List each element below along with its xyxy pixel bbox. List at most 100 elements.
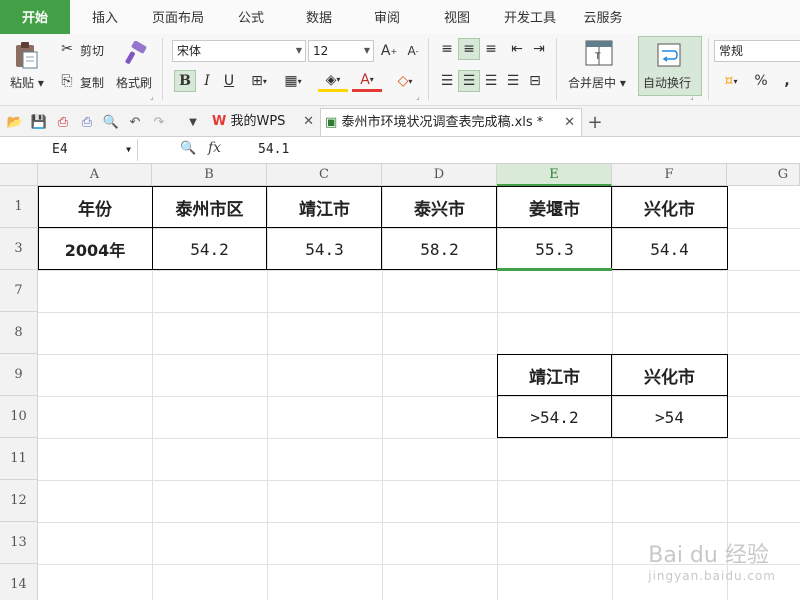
cell-b1[interactable]: 泰州市区 (152, 186, 267, 228)
cell-f10[interactable]: >54 (612, 396, 727, 438)
column-header-f[interactable]: F (612, 164, 727, 186)
row-header-1[interactable]: 1 (0, 186, 38, 228)
alignment-group-launcher[interactable]: ⌟ (690, 92, 694, 101)
row-header-3[interactable]: 3 (0, 228, 38, 270)
clipboard-group-launcher[interactable]: ⌟ (150, 92, 154, 101)
close-icon[interactable]: ✕ (303, 108, 314, 136)
clear-format-icon[interactable]: ◇ ▾ (390, 70, 420, 92)
column-header-c[interactable]: C (267, 164, 382, 186)
tab-review[interactable]: 审阅 (362, 0, 412, 34)
align-right-icon[interactable]: ☰ (480, 70, 502, 92)
comma-style-icon[interactable]: , (776, 70, 798, 92)
copy-label[interactable]: 复制 (80, 74, 104, 91)
fill-pattern-icon[interactable]: ▦ ▾ (278, 70, 308, 92)
tab-formulas[interactable]: 公式 (226, 0, 276, 34)
fill-color-icon[interactable]: ◈ ▾ (318, 70, 348, 92)
tab-insert[interactable]: 插入 (78, 0, 132, 34)
formula-input[interactable]: 54.1 (258, 139, 289, 161)
cell-e1[interactable]: 姜堰市 (497, 186, 612, 228)
zoom-formula-icon[interactable]: 🔍 (180, 141, 196, 156)
align-middle-icon[interactable]: ≡ (458, 38, 480, 60)
row-header-9[interactable]: 9 (0, 354, 38, 396)
bold-icon[interactable]: B (174, 70, 196, 92)
font-color-icon[interactable]: A ▾ (352, 70, 382, 92)
open-icon[interactable]: 📂 (6, 113, 24, 131)
align-bottom-icon[interactable]: ≡ (480, 38, 502, 60)
increase-indent-icon[interactable]: ⇥ (528, 38, 550, 60)
cell-a3[interactable]: 2004年 (38, 228, 152, 270)
row-header-10[interactable]: 10 (0, 396, 38, 438)
cell-e10[interactable]: >54.2 (497, 396, 612, 438)
decrease-font-icon[interactable]: A- (402, 40, 424, 62)
merge-center-label[interactable]: 合并居中 ▾ (568, 74, 626, 91)
font-name-select[interactable]: 宋体 ▼ (172, 40, 306, 62)
percent-icon[interactable]: % (750, 70, 772, 92)
row-header-7[interactable]: 7 (0, 270, 38, 312)
name-box[interactable]: E4 ▼ (0, 139, 138, 161)
tab-home[interactable]: 开始 (0, 0, 70, 34)
cell-d1[interactable]: 泰兴市 (382, 186, 497, 228)
tab-my-wps[interactable]: W 我的WPS ✕ (206, 108, 318, 136)
cut-label[interactable]: 剪切 (80, 42, 104, 59)
tab-page-layout[interactable]: 页面布局 (142, 0, 214, 34)
spreadsheet-grid[interactable]: A B C D E F G 1 3 7 8 9 10 11 12 13 14 年… (0, 164, 800, 600)
save-icon[interactable]: 💾 (30, 113, 48, 131)
customize-toolbar-icon[interactable]: ▼ (184, 113, 202, 131)
column-header-a[interactable]: A (38, 164, 152, 186)
italic-icon[interactable]: I (196, 70, 218, 92)
column-header-e[interactable]: E (497, 164, 612, 186)
function-icon[interactable]: fx (208, 140, 221, 156)
cell-b3[interactable]: 54.2 (152, 228, 267, 270)
paste-label[interactable]: 粘贴 ▾ (10, 74, 44, 91)
row-header-12[interactable]: 12 (0, 480, 38, 522)
cell-c1[interactable]: 靖江市 (267, 186, 382, 228)
column-header-b[interactable]: B (152, 164, 267, 186)
column-header-d[interactable]: D (382, 164, 497, 186)
align-top-icon[interactable]: ≡ (436, 38, 458, 60)
borders-icon[interactable]: ⊞ ▾ (244, 70, 274, 92)
cell-a1[interactable]: 年份 (38, 186, 152, 228)
export-pdf-icon[interactable]: ⎙ (54, 113, 72, 131)
tab-document[interactable]: ▣ 泰州市环境状况调查表完成稿.xls * ✕ (320, 108, 582, 136)
underline-icon[interactable]: U (218, 70, 240, 92)
cell-f1[interactable]: 兴化市 (612, 186, 727, 228)
distributed-icon[interactable]: ⊟ (524, 70, 546, 92)
cell-c3[interactable]: 54.3 (267, 228, 382, 270)
merge-center-button[interactable]: T (582, 38, 616, 68)
justify-icon[interactable]: ☰ (502, 70, 524, 92)
row-header-13[interactable]: 13 (0, 522, 38, 564)
cell-e9[interactable]: 靖江市 (497, 354, 612, 396)
close-icon[interactable]: ✕ (564, 109, 575, 137)
tab-developer[interactable]: 开发工具 (496, 0, 564, 34)
print-preview-icon[interactable]: 🔍 (102, 113, 120, 131)
font-group-launcher[interactable]: ⌟ (416, 92, 420, 101)
format-painter-button[interactable] (118, 38, 152, 70)
chevron-down-icon[interactable]: ▼ (126, 139, 131, 161)
cell-d3[interactable]: 58.2 (382, 228, 497, 270)
align-left-icon[interactable]: ☰ (436, 70, 458, 92)
row-header-11[interactable]: 11 (0, 438, 38, 480)
cut-icon[interactable]: ✂ (56, 38, 78, 60)
undo-icon[interactable]: ↶ (126, 113, 144, 131)
cell-f3[interactable]: 54.4 (612, 228, 727, 270)
tab-view[interactable]: 视图 (432, 0, 482, 34)
cell-f9[interactable]: 兴化市 (612, 354, 727, 396)
print-icon[interactable]: ⎙ (78, 113, 96, 131)
number-format-select[interactable]: 常规 (714, 40, 800, 62)
font-size-select[interactable]: 12 ▼ (308, 40, 374, 62)
tab-cloud[interactable]: 云服务 (576, 0, 630, 34)
currency-format-icon[interactable]: ¤ ▾ (716, 70, 746, 92)
align-center-icon[interactable]: ☰ (458, 70, 480, 92)
paste-button[interactable] (10, 38, 42, 72)
redo-icon[interactable]: ↷ (150, 113, 168, 131)
decrease-indent-icon[interactable]: ⇤ (506, 38, 528, 60)
row-header-14[interactable]: 14 (0, 564, 38, 600)
format-painter-label[interactable]: 格式刷 (116, 74, 152, 91)
select-all-corner[interactable] (0, 164, 38, 186)
new-tab-icon[interactable]: + (586, 112, 604, 133)
copy-icon[interactable]: ⎘ (56, 70, 78, 92)
tab-data[interactable]: 数据 (294, 0, 344, 34)
column-header-g[interactable]: G (727, 164, 800, 186)
row-header-8[interactable]: 8 (0, 312, 38, 354)
increase-font-icon[interactable]: A + (378, 40, 400, 62)
